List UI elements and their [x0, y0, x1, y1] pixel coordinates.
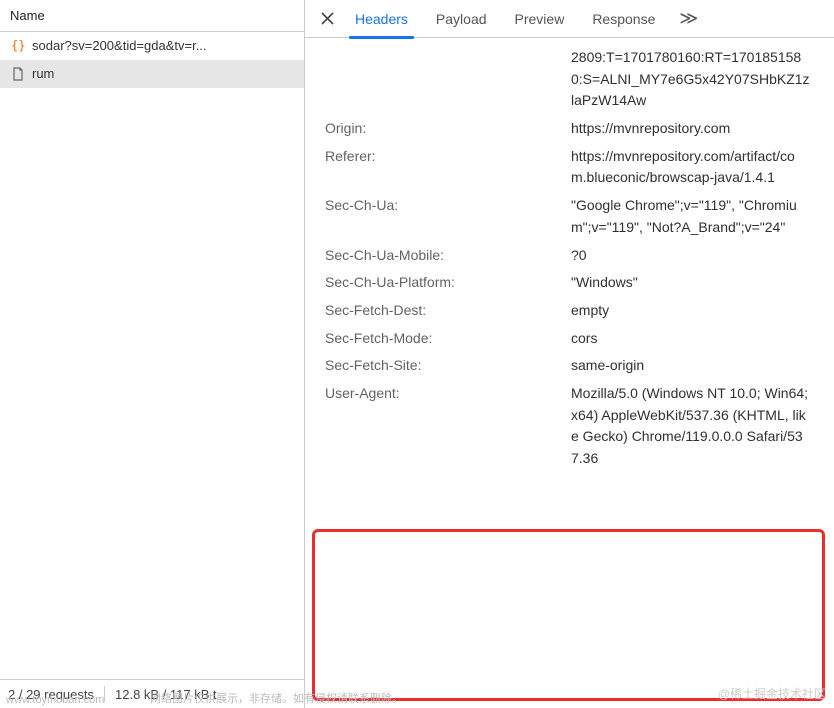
request-item-rum[interactable]: rum: [0, 60, 304, 88]
divider: [104, 686, 105, 702]
request-list: {} sodar?sv=200&tid=gda&tv=r... rum: [0, 32, 304, 679]
file-icon: [10, 66, 25, 81]
header-row: Origin:https://mvnrepository.com: [305, 115, 834, 143]
header-value: "Windows": [571, 272, 816, 294]
svg-text:{}: {}: [11, 38, 25, 52]
header-key: Sec-Ch-Ua:: [325, 195, 571, 238]
header-key: Sec-Ch-Ua-Mobile:: [325, 245, 571, 267]
headers-content[interactable]: 2809:T=1701780160:RT=1701851580:S=ALNI_M…: [305, 38, 834, 708]
name-column-header[interactable]: Name: [0, 0, 304, 32]
more-tabs-button[interactable]: ≫: [669, 0, 707, 38]
header-key: [325, 47, 571, 112]
request-list-panel: Name {} sodar?sv=200&tid=gda&tv=r... rum…: [0, 0, 305, 708]
header-value: Mozilla/5.0 (Windows NT 10.0; Win64; x64…: [571, 383, 816, 470]
close-button[interactable]: [313, 0, 341, 38]
header-row: Sec-Fetch-Dest:empty: [305, 297, 834, 325]
braces-icon: {}: [10, 38, 25, 53]
header-key: Sec-Fetch-Dest:: [325, 300, 571, 322]
request-label: rum: [32, 66, 54, 81]
header-row: Referer:https://mvnrepository.com/artifa…: [305, 143, 834, 192]
header-row: Sec-Fetch-Mode:cors: [305, 325, 834, 353]
header-value: https://mvnrepository.com/artifact/com.b…: [571, 146, 816, 189]
header-value: empty: [571, 300, 816, 322]
transfer-size: 12.8 kB / 117 kB t: [115, 687, 217, 702]
header-value: "Google Chrome";v="119", "Chromium";v="1…: [571, 195, 816, 238]
header-key: User-Agent:: [325, 383, 571, 470]
header-row: 2809:T=1701780160:RT=1701851580:S=ALNI_M…: [305, 44, 834, 115]
request-label: sodar?sv=200&tid=gda&tv=r...: [32, 38, 207, 53]
header-key: Origin:: [325, 118, 571, 140]
header-value: https://mvnrepository.com: [571, 118, 816, 140]
tab-response[interactable]: Response: [578, 0, 669, 38]
header-row: Sec-Ch-Ua-Platform:"Windows": [305, 269, 834, 297]
header-value: cors: [571, 328, 816, 350]
header-value: 2809:T=1701780160:RT=1701851580:S=ALNI_M…: [571, 47, 816, 112]
header-key: Referer:: [325, 146, 571, 189]
requests-count: 2 / 29 requests: [8, 687, 94, 702]
header-key: Sec-Fetch-Site:: [325, 355, 571, 377]
details-panel: Headers Payload Preview Response ≫ 2809:…: [305, 0, 834, 708]
header-value: same-origin: [571, 355, 816, 377]
tab-payload[interactable]: Payload: [422, 0, 501, 38]
header-row: Sec-Ch-Ua-Mobile:?0: [305, 242, 834, 270]
tab-bar: Headers Payload Preview Response ≫: [305, 0, 834, 38]
header-key: Sec-Ch-Ua-Platform:: [325, 272, 571, 294]
header-key: Sec-Fetch-Mode:: [325, 328, 571, 350]
header-row: Sec-Ch-Ua:"Google Chrome";v="119", "Chro…: [305, 192, 834, 241]
tab-preview[interactable]: Preview: [501, 0, 579, 38]
status-bar: 2 / 29 requests 12.8 kB / 117 kB t: [0, 679, 304, 708]
tab-headers[interactable]: Headers: [341, 0, 422, 38]
header-row: Sec-Fetch-Site:same-origin: [305, 352, 834, 380]
request-item-sodar[interactable]: {} sodar?sv=200&tid=gda&tv=r...: [0, 32, 304, 60]
header-row: User-Agent:Mozilla/5.0 (Windows NT 10.0;…: [305, 380, 834, 473]
header-value: ?0: [571, 245, 816, 267]
